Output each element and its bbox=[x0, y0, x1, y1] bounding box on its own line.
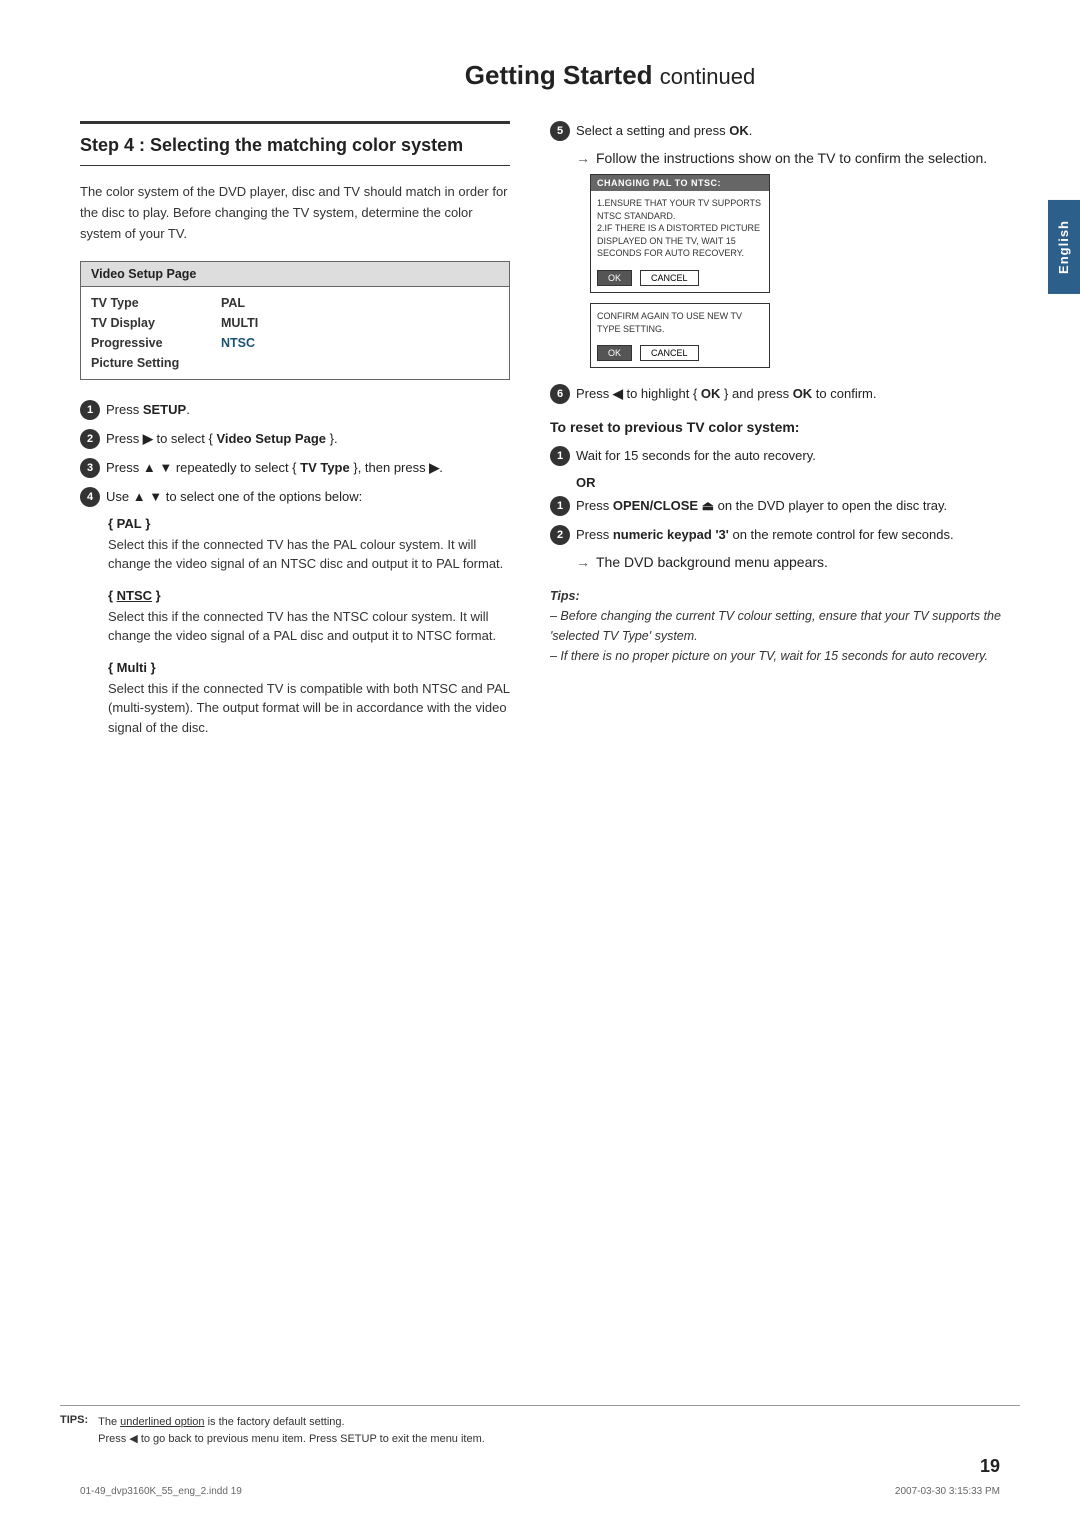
dialog-1-body: 1.ENSURE THAT YOUR TV SUPPORTS NTSC STAN… bbox=[591, 191, 769, 266]
table-row: Picture Setting bbox=[91, 353, 499, 373]
or-text: OR bbox=[576, 475, 1020, 490]
reset-step-1b: 1 Press OPEN/CLOSE ⏏ on the DVD player t… bbox=[550, 496, 1020, 516]
dialog-1-ok-button[interactable]: OK bbox=[597, 270, 632, 286]
step-3: 3 Press ▲ ▼ repeatedly to select { TV Ty… bbox=[80, 458, 510, 478]
page-title: Getting Started continued bbox=[80, 60, 1020, 91]
step-3-text: Press ▲ ▼ repeatedly to select { TV Type… bbox=[106, 458, 443, 478]
step-6: 6 Press ◀ to highlight { OK } and press … bbox=[550, 384, 1020, 404]
step-2: 2 Press ▶ to select { Video Setup Page }… bbox=[80, 429, 510, 449]
tips-bar-line2: Press ◀ to go back to previous menu item… bbox=[98, 1431, 485, 1448]
table-header: Video Setup Page bbox=[81, 262, 509, 287]
reset-step-2-text: Press numeric keypad '3' on the remote c… bbox=[576, 525, 954, 545]
step-5-text: Select a setting and press OK. bbox=[576, 121, 752, 141]
step-heading: Step 4 : Selecting the matching color sy… bbox=[80, 121, 510, 166]
step-5: 5 Select a setting and press OK. bbox=[550, 121, 1020, 141]
footer-right: 2007-03-30 3:15:33 PM bbox=[895, 1486, 1000, 1497]
dialog-2-cancel-button[interactable]: CANCEL bbox=[640, 345, 699, 361]
arrow-sym-2: → bbox=[576, 554, 590, 570]
col-label-tv-type: TV Type bbox=[91, 296, 221, 310]
reset-step-1-text: Wait for 15 seconds for the auto recover… bbox=[576, 446, 816, 466]
reset-step-1b-text: Press OPEN/CLOSE ⏏ on the DVD player to … bbox=[576, 496, 947, 516]
tips-title: Tips: bbox=[550, 586, 1020, 606]
col-label-tv-display: TV Display bbox=[91, 316, 221, 330]
step-1: 1 Press SETUP. bbox=[80, 400, 510, 420]
step-4-text: Use ▲ ▼ to select one of the options bel… bbox=[106, 487, 362, 507]
step-5-sub: → Follow the instructions show on the TV… bbox=[576, 150, 1020, 166]
title-main: Getting Started bbox=[465, 60, 653, 90]
content-wrapper: Step 4 : Selecting the matching color sy… bbox=[80, 121, 1020, 751]
option-pal: { PAL } Select this if the connected TV … bbox=[108, 516, 510, 574]
title-suffix: continued bbox=[660, 64, 755, 89]
option-pal-desc: Select this if the connected TV has the … bbox=[108, 535, 510, 574]
dialog-2-ok-button[interactable]: OK bbox=[597, 345, 632, 361]
footer-info: 01-49_dvp3160K_55_eng_2.indd 19 2007-03-… bbox=[80, 1486, 1000, 1497]
col-label-progressive: Progressive bbox=[91, 336, 221, 350]
page-number: 19 bbox=[980, 1456, 1000, 1477]
step-1-text: Press SETUP. bbox=[106, 400, 190, 420]
col-label-picture: Picture Setting bbox=[91, 356, 221, 370]
option-multi: { Multi } Select this if the connected T… bbox=[108, 660, 510, 738]
tips-section: Tips: – Before changing the current TV c… bbox=[550, 586, 1020, 666]
bottom-tips: TIPS: The underlined option is the facto… bbox=[60, 1405, 1020, 1447]
option-ntsc-desc: Select this if the connected TV has the … bbox=[108, 607, 510, 646]
step-circle-4: 4 bbox=[80, 487, 100, 507]
step-circle-2: 2 bbox=[80, 429, 100, 449]
reset-step-num-1: 1 bbox=[550, 446, 570, 466]
step-4: 4 Use ▲ ▼ to select one of the options b… bbox=[80, 487, 510, 507]
reset-step-2: 2 Press numeric keypad '3' on the remote… bbox=[550, 525, 1020, 545]
setup-table: Video Setup Page TV Type PAL TV Display … bbox=[80, 261, 510, 380]
option-ntsc: { NTSC } Select this if the connected TV… bbox=[108, 588, 510, 646]
tips-bar-content: The underlined option is the factory def… bbox=[98, 1414, 485, 1447]
step-5-sub-text: Follow the instructions show on the TV t… bbox=[596, 150, 987, 166]
col-value-progressive: NTSC bbox=[221, 336, 255, 350]
step-title: Step 4 : Selecting the matching color sy… bbox=[80, 134, 510, 157]
step-2-text: Press ▶ to select { Video Setup Page }. bbox=[106, 429, 338, 449]
dialog-1: CHANGING PAL TO NTSC: 1.ENSURE THAT YOUR… bbox=[590, 174, 770, 293]
arrow-sym: → bbox=[576, 150, 590, 166]
reset-heading: To reset to previous TV color system: bbox=[550, 418, 1020, 438]
step-circle-5: 5 bbox=[550, 121, 570, 141]
table-row: TV Type PAL bbox=[91, 293, 499, 313]
tips-bar-label: TIPS: bbox=[60, 1414, 88, 1426]
dialog-1-title: CHANGING PAL TO NTSC: bbox=[591, 175, 769, 191]
step-6-text: Press ◀ to highlight { OK } and press OK… bbox=[576, 384, 876, 404]
step-circle-6: 6 bbox=[550, 384, 570, 404]
reset-step-num-1b: 1 bbox=[550, 496, 570, 516]
reset-step-num-2: 2 bbox=[550, 525, 570, 545]
tip-2: – If there is no proper picture on your … bbox=[550, 646, 1020, 666]
reset-step-2-sub: → The DVD background menu appears. bbox=[576, 554, 1020, 570]
left-column: Step 4 : Selecting the matching color sy… bbox=[80, 121, 510, 751]
dialog-1-cancel-button[interactable]: CANCEL bbox=[640, 270, 699, 286]
table-row: Progressive NTSC bbox=[91, 333, 499, 353]
page-container: English Getting Started continued Step 4… bbox=[0, 0, 1080, 1527]
tips-bar-line1: The underlined option is the factory def… bbox=[98, 1414, 485, 1431]
intro-text: The color system of the DVD player, disc… bbox=[80, 182, 510, 244]
language-tab: English bbox=[1048, 200, 1080, 294]
dialog-2: CONFIRM AGAIN TO USE NEW TV TYPE SETTING… bbox=[590, 303, 770, 368]
option-pal-title: { PAL } bbox=[108, 516, 510, 531]
dialog-2-buttons: OK CANCEL bbox=[591, 341, 769, 367]
dialog-1-buttons: OK CANCEL bbox=[591, 266, 769, 292]
table-body: TV Type PAL TV Display MULTI Progressive… bbox=[81, 287, 509, 379]
tip-1: – Before changing the current TV colour … bbox=[550, 606, 1020, 646]
col-value-tv-type: PAL bbox=[221, 296, 245, 310]
dialog-2-body: CONFIRM AGAIN TO USE NEW TV TYPE SETTING… bbox=[591, 304, 769, 341]
right-column: 5 Select a setting and press OK. → Follo… bbox=[550, 121, 1020, 751]
option-ntsc-title: { NTSC } bbox=[108, 588, 510, 603]
reset-step-2-sub-text: The DVD background menu appears. bbox=[596, 554, 828, 570]
option-multi-desc: Select this if the connected TV is compa… bbox=[108, 679, 510, 738]
col-value-tv-display: MULTI bbox=[221, 316, 258, 330]
option-multi-title: { Multi } bbox=[108, 660, 510, 675]
footer-left: 01-49_dvp3160K_55_eng_2.indd 19 bbox=[80, 1486, 242, 1497]
step-circle-1: 1 bbox=[80, 400, 100, 420]
reset-step-1: 1 Wait for 15 seconds for the auto recov… bbox=[550, 446, 1020, 466]
step-circle-3: 3 bbox=[80, 458, 100, 478]
table-row: TV Display MULTI bbox=[91, 313, 499, 333]
